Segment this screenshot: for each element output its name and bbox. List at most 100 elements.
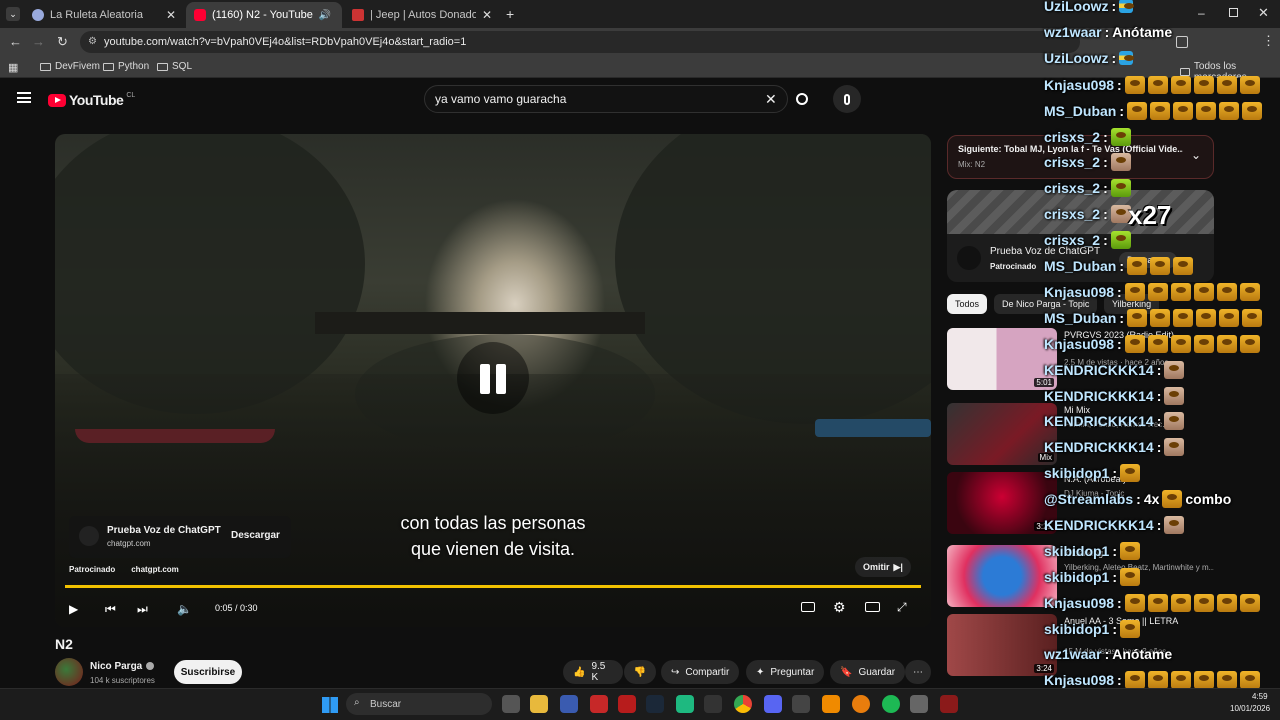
bookmark-label: SQL <box>172 61 193 72</box>
blender-icon[interactable] <box>852 695 870 713</box>
address-bar[interactable]: ⚙ youtube.com/watch?v=bVpah0VEj4o&list=R… <box>80 31 1080 53</box>
video-thumbnail[interactable]: 3:25 <box>947 472 1057 534</box>
vlc-icon[interactable] <box>822 695 840 713</box>
volume-icon[interactable]: 🔈 <box>177 602 192 616</box>
restore-icon[interactable] <box>1229 8 1238 17</box>
chat-suffix: combo <box>1185 491 1232 508</box>
channel-name[interactable]: Nico Parga <box>90 661 142 672</box>
tab-jeep[interactable]: | Jeep | Autos Donadores Ca ✕ <box>344 2 500 28</box>
search-icon: ⌕ <box>354 697 360 708</box>
clear-search-icon[interactable]: ✕ <box>765 91 777 108</box>
app-icon[interactable] <box>590 695 608 713</box>
hamburger-menu-icon[interactable] <box>17 92 31 103</box>
search-input[interactable]: ya vamo vamo guaracha ✕ <box>424 85 788 113</box>
play-icon[interactable]: ▶ <box>69 602 78 616</box>
discord-icon[interactable] <box>764 695 782 713</box>
youtube-logo[interactable]: YouTube CL <box>48 92 135 108</box>
speaker-icon[interactable]: 🔊 <box>319 10 331 21</box>
video-thumbnail[interactable]: Mix <box>947 403 1057 465</box>
bookmark-python[interactable]: Python <box>103 61 149 72</box>
site-info-icon[interactable]: ⚙ <box>88 36 97 47</box>
app-icon[interactable] <box>618 695 636 713</box>
chat-emote-icon <box>1216 593 1237 612</box>
chat-message: KENDRICKKK14: <box>1044 438 1185 457</box>
close-window-icon[interactable]: ✕ <box>1258 5 1269 21</box>
fullscreen-icon[interactable]: ⤢ <box>897 600 907 615</box>
bookmark-devfivem[interactable]: DevFivem <box>40 61 100 72</box>
ad-cta-button[interactable]: Descargar <box>231 530 280 541</box>
bookmark-sql[interactable]: SQL <box>157 61 192 72</box>
chat-message: Knjasu098: <box>1044 75 1260 94</box>
search-button[interactable] <box>788 85 816 113</box>
pause-button[interactable] <box>457 342 529 414</box>
chip-all[interactable]: Todos <box>947 294 988 314</box>
skip-icon: ▶| <box>893 561 903 572</box>
close-tab-icon[interactable]: ✕ <box>166 8 176 22</box>
video-thumbnail[interactable] <box>947 545 1057 607</box>
back-icon[interactable]: ← <box>9 34 22 49</box>
next-mix: Mix: N2 <box>958 160 986 169</box>
apps-icon[interactable]: ▦ <box>8 61 18 74</box>
like-button[interactable]: 👍 9.5 K <box>563 660 623 684</box>
voice-search-button[interactable] <box>833 85 861 113</box>
menu-icon[interactable]: ⋮ <box>1262 33 1275 49</box>
video-thumbnail[interactable]: 5:01 <box>947 328 1057 390</box>
chat-emote-icon <box>1216 334 1237 353</box>
file-explorer-icon[interactable] <box>530 695 548 713</box>
forward-icon[interactable]: → <box>32 34 45 49</box>
dislike-button[interactable]: 👎 <box>624 660 656 684</box>
theater-mode-icon[interactable] <box>865 602 880 612</box>
new-tab-icon[interactable]: + <box>506 6 514 22</box>
chat-separator: : <box>1117 283 1122 300</box>
tab-ruleta[interactable]: La Ruleta Aleatoria ✕ <box>24 2 184 28</box>
chat-message: skibidop1: <box>1044 567 1141 586</box>
chat-emote-icon <box>1110 179 1131 198</box>
close-tab-icon[interactable]: ✕ <box>341 8 342 22</box>
ad-domain: chatgpt.com <box>107 539 151 548</box>
task-view-icon[interactable] <box>502 695 520 713</box>
chrome-icon[interactable] <box>734 695 752 713</box>
channel-avatar[interactable] <box>55 658 83 686</box>
more-actions-button[interactable]: ⋯ <box>905 660 931 684</box>
app-icon[interactable] <box>676 695 694 713</box>
app-icon[interactable] <box>704 695 722 713</box>
sponsored-domain[interactable]: chatgpt.com <box>131 565 179 574</box>
steam-icon[interactable] <box>646 695 664 713</box>
bridge <box>315 312 645 334</box>
spotify-icon[interactable] <box>882 695 900 713</box>
chevron-down-icon[interactable]: ⌄ <box>1191 148 1201 162</box>
ask-button[interactable]: ✦ Preguntar <box>746 660 825 684</box>
chat-emote-icon <box>1120 464 1141 483</box>
video-thumbnail[interactable]: 3:24 <box>947 614 1057 676</box>
reload-icon[interactable]: ↻ <box>57 34 68 50</box>
tab-search-icon[interactable]: ⌄ <box>6 7 20 21</box>
previous-icon[interactable]: ⏮ <box>105 602 116 617</box>
extensions-icon[interactable] <box>1176 36 1188 48</box>
save-button[interactable]: 🔖 Guardar <box>830 660 906 684</box>
settings-icon[interactable] <box>910 695 928 713</box>
taskbar-search[interactable]: ⌕ Buscar <box>346 693 492 715</box>
subtitles-icon[interactable] <box>801 602 815 612</box>
next-icon[interactable]: ⏭ <box>137 602 148 617</box>
chat-username: @Streamlabs <box>1044 491 1134 508</box>
app-icon[interactable] <box>560 695 578 713</box>
video-player[interactable]: con todas las personas que vienen de vis… <box>55 134 931 627</box>
app-icon[interactable] <box>940 695 958 713</box>
settings-icon[interactable]: ⚙ <box>833 599 846 616</box>
chat-message: KENDRICKKK14: <box>1044 516 1185 534</box>
ad-progress-bar[interactable] <box>65 585 921 588</box>
chat-message: UziLoowz: <box>1044 50 1135 66</box>
more-icon: ⋯ <box>913 666 923 678</box>
subscribe-button[interactable]: Suscribirse <box>174 660 242 684</box>
chat-message: KENDRICKKK14: <box>1044 412 1185 431</box>
minimize-icon[interactable]: – <box>1198 6 1205 20</box>
skip-ad-button[interactable]: Omitir ▶| <box>855 557 911 577</box>
tab-youtube[interactable]: (1160) N2 - YouTube 🔊 ✕ <box>186 2 342 28</box>
sponsored-label: Patrocinado chatgpt.com <box>69 565 179 574</box>
close-tab-icon[interactable]: ✕ <box>482 8 492 22</box>
ad-overlay-card[interactable]: Prueba Voz de ChatGPT chatgpt.com Descar… <box>69 516 291 558</box>
chat-message: crisxs_2: <box>1044 231 1131 250</box>
app-icon[interactable] <box>792 695 810 713</box>
start-icon[interactable] <box>322 697 338 713</box>
share-button[interactable]: ↪ Compartir <box>661 660 740 684</box>
